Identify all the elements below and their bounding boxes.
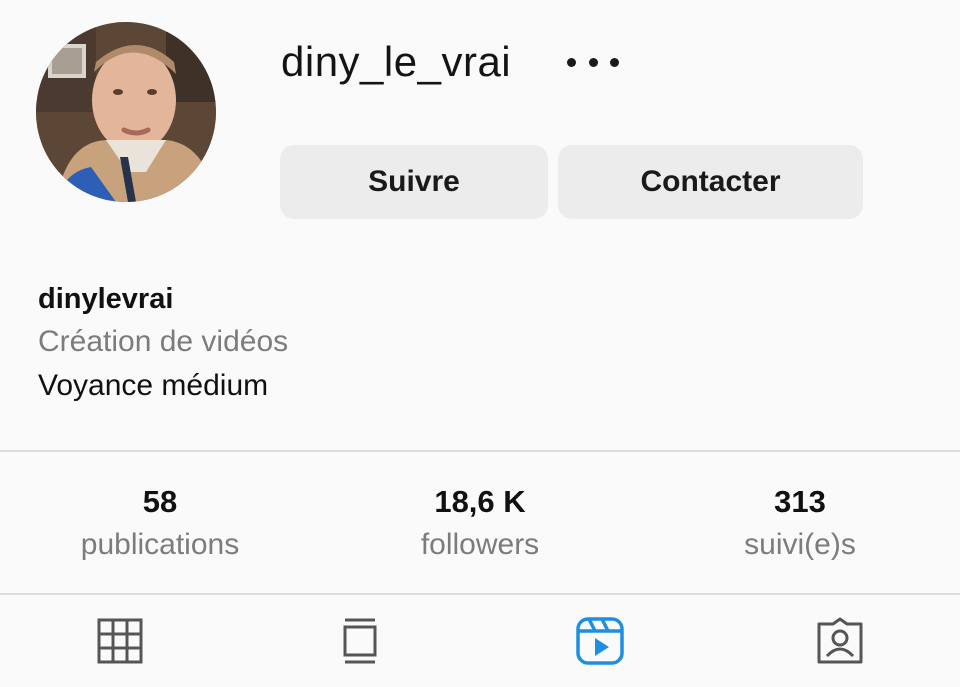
more-options-icon[interactable] bbox=[565, 45, 621, 79]
reels-icon bbox=[576, 617, 624, 665]
stat-value: 58 bbox=[142, 483, 178, 519]
profile-photo bbox=[36, 22, 216, 202]
profile-tabs bbox=[0, 595, 960, 687]
avatar[interactable] bbox=[36, 22, 216, 202]
profile-username: diny_le_vrai bbox=[281, 38, 512, 85]
tab-feed[interactable] bbox=[240, 595, 480, 687]
bio-category: Création de vidéos bbox=[38, 325, 289, 358]
follow-button[interactable]: Suivre bbox=[280, 145, 548, 219]
tab-grid[interactable] bbox=[0, 595, 240, 687]
tagged-icon bbox=[817, 617, 863, 664]
stat-label: publications bbox=[80, 527, 240, 561]
dot bbox=[588, 57, 598, 67]
stat-value: 18,6 K bbox=[434, 483, 526, 519]
stat-value: 313 bbox=[774, 483, 826, 519]
dot bbox=[567, 57, 576, 67]
stat-followers[interactable]: 18,6 K followers bbox=[320, 452, 640, 593]
bio-display-name: dinylevrai bbox=[38, 283, 174, 315]
stat-label: suivi(e)s bbox=[744, 527, 856, 561]
profile-stats: 58 publications 18,6 K followers 313 sui… bbox=[0, 452, 960, 593]
stat-publications[interactable]: 58 publications bbox=[0, 452, 320, 593]
stat-following[interactable]: 313 suivi(e)s bbox=[640, 452, 960, 593]
bio-section: dinylevrai Création de vidéos Voyance mé… bbox=[38, 280, 288, 408]
bio-text: Voyance médium bbox=[38, 369, 269, 402]
tab-tagged[interactable] bbox=[720, 595, 960, 687]
grid-icon bbox=[97, 618, 143, 664]
stat-label: followers bbox=[420, 527, 540, 561]
profile-page: diny_le_vrai Suivre Contacter dinylevrai… bbox=[0, 0, 960, 687]
dot bbox=[610, 57, 619, 67]
tab-reels[interactable] bbox=[480, 595, 720, 687]
contact-button[interactable]: Contacter bbox=[558, 145, 863, 219]
feed-icon bbox=[343, 618, 377, 664]
